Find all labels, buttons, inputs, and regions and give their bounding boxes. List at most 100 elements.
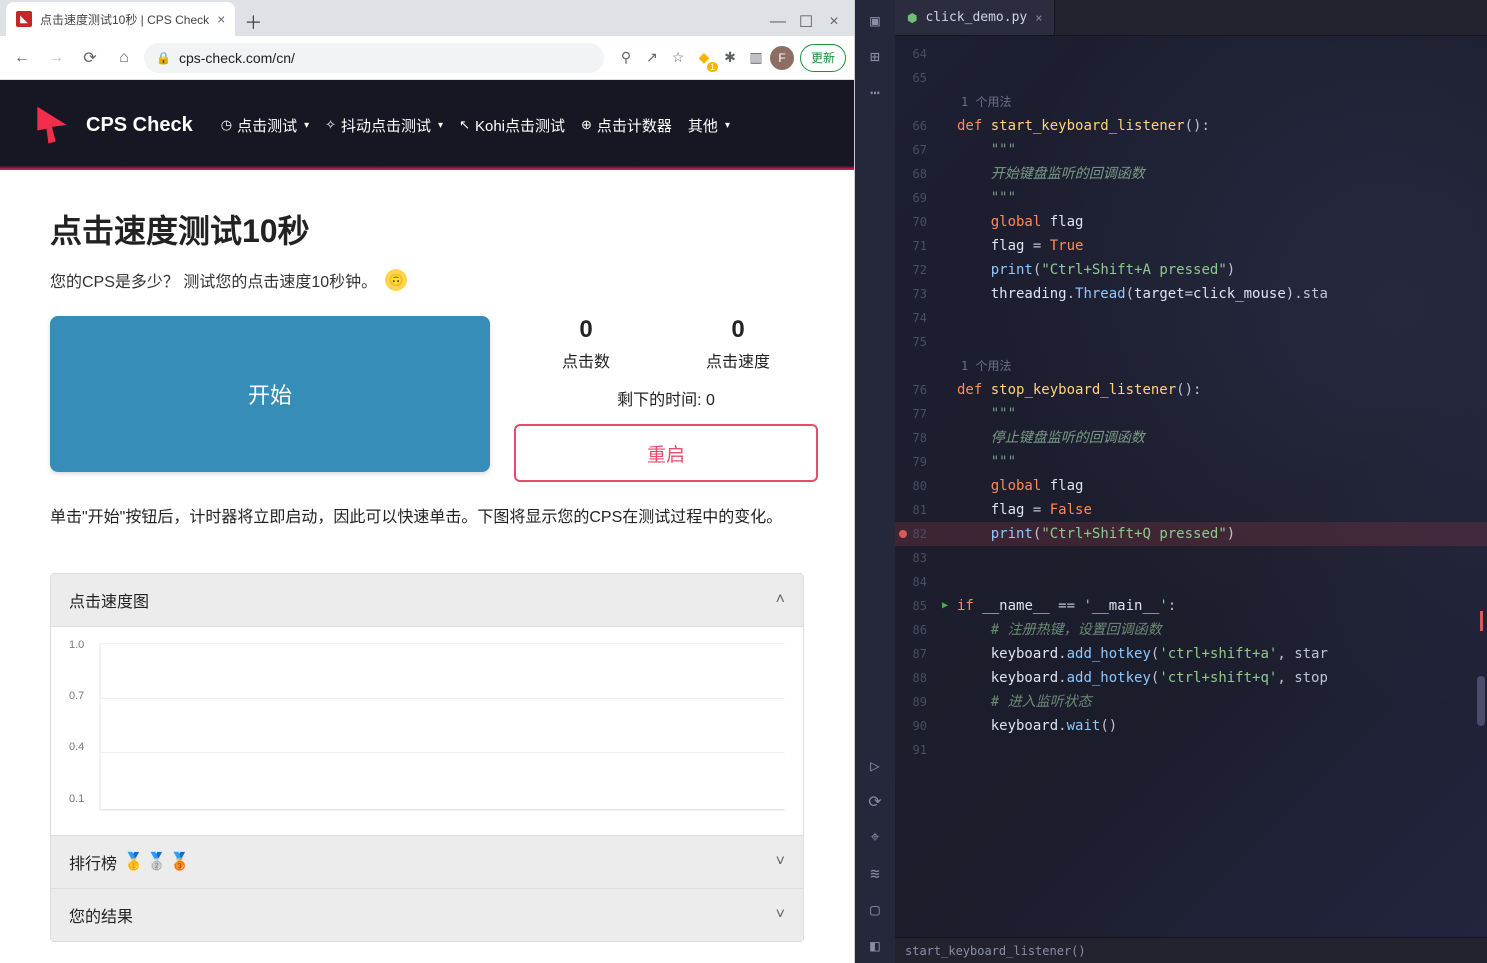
code-line[interactable]: 82 print("Ctrl+Shift+Q pressed")	[895, 522, 1487, 546]
profile-avatar[interactable]: F	[770, 46, 794, 70]
code-text: 1 个用法	[953, 90, 1487, 114]
line-number: 88	[895, 666, 937, 690]
editor-scrollbar[interactable]	[1477, 36, 1485, 937]
run-gutter-icon[interactable]: ▶	[937, 594, 953, 618]
code-line[interactable]: 88 keyboard.add_hotkey('ctrl+shift+q', s…	[895, 666, 1487, 690]
code-line[interactable]: 74	[895, 306, 1487, 330]
code-line[interactable]: 89 # 进入监听状态	[895, 690, 1487, 714]
code-text: def stop_keyboard_listener():	[953, 378, 1487, 402]
acc-title: 点击速度图	[69, 588, 149, 612]
nav-label: 其他	[688, 115, 718, 136]
nav-back-button[interactable]: ←	[8, 44, 36, 72]
accordion-rank-header[interactable]: 排行榜 🥇🥈🥉 ˅	[51, 836, 803, 889]
code-line[interactable]: 83	[895, 546, 1487, 570]
more-tool-icon[interactable]: ⋯	[863, 80, 887, 104]
code-line[interactable]: 70 global flag	[895, 210, 1487, 234]
site-logo[interactable]: CPS Check	[30, 103, 193, 147]
nav-kohi-test[interactable]: ↖ Kohi点击测试	[457, 111, 567, 140]
code-line[interactable]: 86 # 注册热键，设置回调函数	[895, 618, 1487, 642]
code-editor[interactable]: 64651 个用法66def start_keyboard_listener()…	[895, 36, 1487, 937]
close-editor-tab-icon[interactable]: ×	[1035, 11, 1042, 25]
nav-click-test[interactable]: ◷ 点击测试 ▾	[219, 111, 311, 140]
line-number: 64	[895, 42, 937, 66]
code-line[interactable]: 72 print("Ctrl+Shift+A pressed")	[895, 258, 1487, 282]
upside-face-icon: 🙃	[385, 269, 407, 291]
code-line[interactable]: 76def stop_keyboard_listener():	[895, 378, 1487, 402]
code-line[interactable]: 67 """	[895, 138, 1487, 162]
stat-clicks: 0 点击数	[562, 316, 610, 372]
vibrate-icon: ✧	[325, 117, 336, 133]
nav-jitter-test[interactable]: ✧ 抖动点击测试 ▾	[323, 111, 445, 140]
code-line[interactable]: 85▶if __name__ == '__main__':	[895, 594, 1487, 618]
share-icon[interactable]: ↗	[640, 46, 664, 70]
window-close-icon[interactable]: ×	[820, 8, 848, 36]
code-line[interactable]: 69 """	[895, 186, 1487, 210]
code-line[interactable]: 1 个用法	[895, 354, 1487, 378]
code-text: """	[953, 138, 1487, 162]
code-line[interactable]: 75	[895, 330, 1487, 354]
nav-click-counter[interactable]: ⊕ 点击计数器	[579, 111, 674, 140]
window-minimize-icon[interactable]: —	[764, 8, 792, 36]
project-tool-icon[interactable]: ▣	[863, 8, 887, 32]
extensions-icon[interactable]: ✱	[718, 46, 742, 70]
code-line[interactable]: 66def start_keyboard_listener():	[895, 114, 1487, 138]
lock-icon: 🔒	[156, 51, 171, 65]
nav-other[interactable]: 其他 ▾	[686, 111, 732, 140]
nav-forward-button[interactable]: →	[42, 44, 70, 72]
code-line[interactable]: 73 threading.Thread(target=click_mouse).…	[895, 282, 1487, 306]
problems-tool-icon[interactable]: ◧	[863, 933, 887, 957]
extension-badge-icon[interactable]: ◆ 1	[692, 46, 716, 70]
zoom-icon[interactable]: ⚲	[614, 46, 638, 70]
new-tab-button[interactable]: ＋	[239, 8, 267, 36]
nav-home-button[interactable]: ⌂	[110, 44, 138, 72]
services-tool-icon[interactable]: ≋	[863, 861, 887, 885]
code-line[interactable]: 90 keyboard.wait()	[895, 714, 1487, 738]
line-number: 68	[895, 162, 937, 186]
update-button[interactable]: 更新	[800, 44, 846, 72]
accordion-chart-header[interactable]: 点击速度图 ˄	[51, 574, 803, 627]
ide-window: ▣ ⊞ ⋯ ▷ ⟳ ⌖ ≋ ▢ ◧ ⬢ click_demo.py × 6465…	[855, 0, 1487, 963]
chevron-down-icon: ▾	[304, 120, 309, 131]
nav-reload-button[interactable]: ⟳	[76, 44, 104, 72]
code-line[interactable]: 77 """	[895, 402, 1487, 426]
start-button[interactable]: 开始	[50, 316, 490, 472]
code-text: 停止键盘监听的回调函数	[953, 426, 1487, 450]
code-line[interactable]: 87 keyboard.add_hotkey('ctrl+shift+a', s…	[895, 642, 1487, 666]
close-tab-icon[interactable]: ×	[217, 11, 225, 27]
code-line[interactable]: 64	[895, 42, 1487, 66]
code-text: keyboard.wait()	[953, 714, 1487, 738]
window-maximize-icon[interactable]: ☐	[792, 8, 820, 36]
breakpoint-icon[interactable]	[899, 530, 907, 538]
terminal-tool-icon[interactable]: ▢	[863, 897, 887, 921]
code-line[interactable]: 71 flag = True	[895, 234, 1487, 258]
code-line[interactable]: 91	[895, 738, 1487, 762]
code-line[interactable]: 81 flag = False	[895, 498, 1487, 522]
accordion-results-header[interactable]: 您的结果 ˅	[51, 889, 803, 941]
code-line[interactable]: 80 global flag	[895, 474, 1487, 498]
scroll-thumb[interactable]	[1477, 676, 1485, 726]
restart-button[interactable]: 重启	[514, 424, 818, 482]
code-text: def start_keyboard_listener():	[953, 114, 1487, 138]
test-row: 开始 0 点击数 0 点击速度 剩下的时间:	[50, 316, 804, 482]
code-line[interactable]: 68 开始键盘监听的回调函数	[895, 162, 1487, 186]
plus-circle-icon: ⊕	[581, 117, 592, 133]
code-text: # 进入监听状态	[953, 690, 1487, 714]
code-text: """	[953, 450, 1487, 474]
python-console-icon[interactable]: ⟳	[863, 789, 887, 813]
line-number: 70	[895, 210, 937, 234]
code-line[interactable]: 79 """	[895, 450, 1487, 474]
side-panel-icon[interactable]: ▥	[744, 46, 768, 70]
code-line[interactable]: 78 停止键盘监听的回调函数	[895, 426, 1487, 450]
address-bar[interactable]: 🔒 cps-check.com/cn/	[144, 43, 604, 73]
debug-tool-icon[interactable]: ⌖	[863, 825, 887, 849]
structure-tool-icon[interactable]: ⊞	[863, 44, 887, 68]
code-line[interactable]: 1 个用法	[895, 90, 1487, 114]
code-line[interactable]: 84	[895, 570, 1487, 594]
run-tool-icon[interactable]: ▷	[863, 753, 887, 777]
editor-tab[interactable]: ⬢ click_demo.py ×	[895, 0, 1055, 35]
nav-label: 点击计数器	[597, 115, 672, 136]
favicon-icon: ◣	[16, 11, 32, 27]
browser-tab[interactable]: ◣ 点击速度测试10秒 | CPS Check ×	[6, 2, 235, 36]
bookmark-star-icon[interactable]: ☆	[666, 46, 690, 70]
code-line[interactable]: 65	[895, 66, 1487, 90]
